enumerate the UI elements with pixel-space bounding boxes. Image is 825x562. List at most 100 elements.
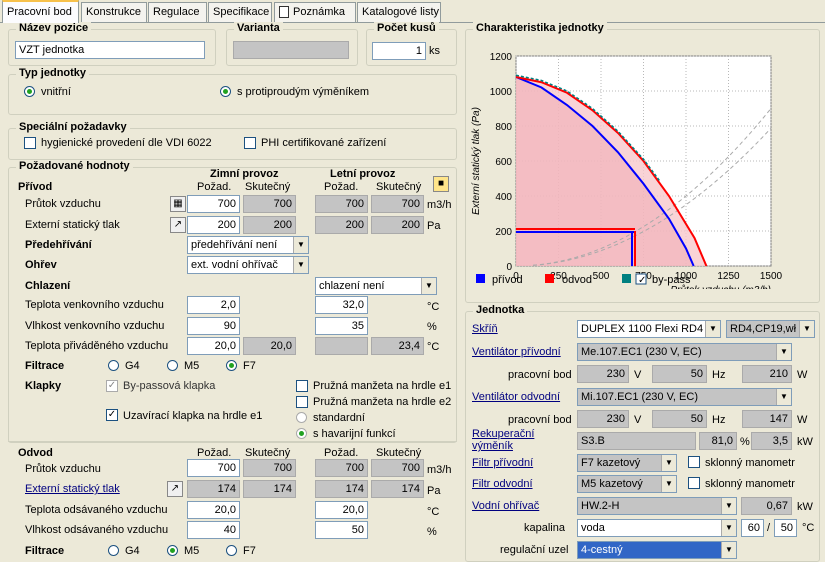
chevron-down-icon: ▼ xyxy=(721,498,736,514)
standardni-radio[interactable] xyxy=(296,412,307,423)
nazev-input[interactable]: VZT jednotka xyxy=(15,41,205,59)
varianta-label: Varianta xyxy=(234,22,283,34)
typ-protiproud-radio[interactable] xyxy=(220,86,231,97)
tv-zimni-input[interactable]: 2,0 xyxy=(187,296,240,314)
vv-label: Vlhkost venkovního vzduchu xyxy=(25,320,165,332)
pb2-v: 230 xyxy=(577,410,629,428)
rek-input: S3.B xyxy=(577,432,696,450)
odvod-f7-radio[interactable] xyxy=(226,545,237,556)
rek-eff-unit: % xyxy=(740,436,750,448)
privod-prutok-label: Průtok vzduchu xyxy=(25,198,101,210)
ohrivac-kw-unit: kW xyxy=(797,501,813,513)
tp-letni-pozad xyxy=(315,337,368,355)
tab-katalogove-listy[interactable]: Katalogové listy xyxy=(357,2,441,22)
privod-f7-radio[interactable] xyxy=(226,360,237,371)
manzeta-e1-checkbox[interactable] xyxy=(296,380,308,392)
odvod-prutok-zimni-pozad[interactable]: 700 xyxy=(187,459,240,477)
legend-swatch-odvod xyxy=(545,274,554,283)
vent-odv-select[interactable]: Mi.107.EC1 (230 V, EC) ▼ xyxy=(577,388,792,406)
to-zimni-input[interactable]: 20,0 xyxy=(187,501,240,519)
skrin-variant-select[interactable]: RD4,CP19,wł ▼ xyxy=(726,320,815,338)
vent-priv-link[interactable]: Ventilátor přívodní xyxy=(472,346,561,358)
manometr-priv-checkbox[interactable] xyxy=(688,456,700,468)
vent-odv-value: Mi.107.EC1 (230 V, EC) xyxy=(581,391,698,403)
hygienicke-label: hygienické provedení dle VDI 6022 xyxy=(41,137,212,149)
privod-m5-radio[interactable] xyxy=(167,360,178,371)
privod-g4-label: G4 xyxy=(125,360,140,372)
filtr-odv-select[interactable]: M5 kazetový ▼ xyxy=(577,475,677,493)
vo-label: Vlhkost odsávaného vzduchu xyxy=(25,524,169,536)
privod-f7-label: F7 xyxy=(243,360,256,372)
odvod-prutok-letni-pozad: 700 xyxy=(315,459,368,477)
vent-priv-select[interactable]: Me.107.EC1 (230 V, EC) ▼ xyxy=(577,343,792,361)
odvod-prutok-label: Průtok vzduchu xyxy=(25,463,101,475)
privod-prutok-unit: m3/h xyxy=(427,199,452,211)
curve-icon[interactable]: ↗ xyxy=(167,481,183,497)
filtr-priv-select[interactable]: F7 kazetový ▼ xyxy=(577,454,677,472)
ohrivac-select[interactable]: HW.2-H ▼ xyxy=(577,497,737,515)
tab-content: Název pozice VZT jednotka Varianta Počet… xyxy=(0,22,825,562)
chevron-down-icon: ▼ xyxy=(293,237,308,253)
calculator-icon[interactable]: ▦ xyxy=(170,196,186,212)
filtr-priv-link[interactable]: Filtr přívodní xyxy=(472,457,533,469)
zimni-header: Zimní provoz xyxy=(210,168,279,180)
teplota-2-input[interactable]: 50 xyxy=(774,519,797,537)
tv-letni-input[interactable]: 32,0 xyxy=(315,296,368,314)
lock-icon[interactable]: ■ xyxy=(433,176,449,192)
vo-zimni-input[interactable]: 40 xyxy=(187,521,240,539)
curve-icon[interactable]: ↗ xyxy=(170,217,186,233)
vv-unit: % xyxy=(427,321,437,333)
odvod-tlak-letni-skut: 174 xyxy=(371,480,424,498)
vo-letni-input[interactable]: 50 xyxy=(315,521,368,539)
vv-zimni-input[interactable]: 90 xyxy=(187,317,240,335)
chevron-down-icon: ▼ xyxy=(799,321,814,337)
tab-konstrukce[interactable]: Konstrukce xyxy=(81,2,147,22)
rek-link[interactable]: Rekuperační výměník xyxy=(472,428,552,452)
varianta-input[interactable] xyxy=(233,41,349,59)
tab-pracovni-bod[interactable]: Pracovní bod xyxy=(2,0,79,23)
tab-poznamka[interactable]: Poznámka xyxy=(274,2,356,22)
phi-checkbox[interactable] xyxy=(244,137,256,149)
privod-tlak-zimni-pozad[interactable]: 200 xyxy=(187,216,240,234)
skrin-select[interactable]: DUPLEX 1100 Flexi RD4 ▼ xyxy=(577,320,721,338)
chlazeni-select[interactable]: chlazení není ▼ xyxy=(315,277,437,295)
privod-prutok-zimni-pozad[interactable]: 700 xyxy=(187,195,240,213)
skrin-value: DUPLEX 1100 Flexi RD4 xyxy=(581,323,704,335)
rek-eff: 81,0 xyxy=(699,432,737,450)
ohrev-select[interactable]: ext. vodní ohřívač ▼ xyxy=(187,256,309,274)
pocet-input[interactable]: 1 xyxy=(372,42,426,60)
manzeta-e2-checkbox[interactable] xyxy=(296,396,308,408)
havarijni-label: s havarijní funkcí xyxy=(313,428,396,440)
manometr-odv-checkbox[interactable] xyxy=(688,477,700,489)
skrin-link[interactable]: Skříň xyxy=(472,323,498,335)
pb2-hz-unit: Hz xyxy=(712,414,726,426)
vent-odv-link[interactable]: Ventilátor odvodní xyxy=(472,391,560,403)
tp-zimni-pozad[interactable]: 20,0 xyxy=(187,337,240,355)
tab-specifikace[interactable]: Specifikace xyxy=(208,2,272,22)
predehrivani-select[interactable]: předehřívání není ▼ xyxy=(187,236,309,254)
kapalina-select[interactable]: voda ▼ xyxy=(577,519,737,537)
pb1-hz-unit: Hz xyxy=(712,369,726,381)
odvod-filtrace-label: Filtrace xyxy=(25,545,65,557)
odvod-tlak-link[interactable]: Externí statický tlak xyxy=(25,483,120,495)
hygienicke-checkbox[interactable] xyxy=(24,137,36,149)
typ-vnitrni-radio[interactable] xyxy=(24,86,35,97)
divider xyxy=(8,441,457,442)
teplota-1-input[interactable]: 60 xyxy=(741,519,764,537)
legend-swatch-privod xyxy=(476,274,485,283)
reg-select[interactable]: 4-cestný ▼ xyxy=(577,541,737,559)
filtr-odv-link[interactable]: Filtr odvodní xyxy=(472,478,533,490)
privod-g4-radio[interactable] xyxy=(108,360,119,371)
havarijni-radio[interactable] xyxy=(296,428,307,439)
typ-vnitrni-label: vnitřní xyxy=(41,86,71,98)
chevron-down-icon: ▼ xyxy=(705,321,720,337)
vv-letni-input[interactable]: 35 xyxy=(315,317,368,335)
to-letni-input[interactable]: 20,0 xyxy=(315,501,368,519)
ohrivac-link[interactable]: Vodní ohřívač xyxy=(472,500,539,512)
bypass-klapka-checkbox[interactable]: ✓ xyxy=(106,380,118,392)
odvod-m5-radio[interactable] xyxy=(167,545,178,556)
tab-regulace[interactable]: Regulace xyxy=(148,2,207,22)
odvod-letni-pozad-col: Požad. xyxy=(324,447,359,459)
uzaviraci-klapka-checkbox[interactable]: ✓ xyxy=(106,409,118,421)
odvod-g4-radio[interactable] xyxy=(108,545,119,556)
